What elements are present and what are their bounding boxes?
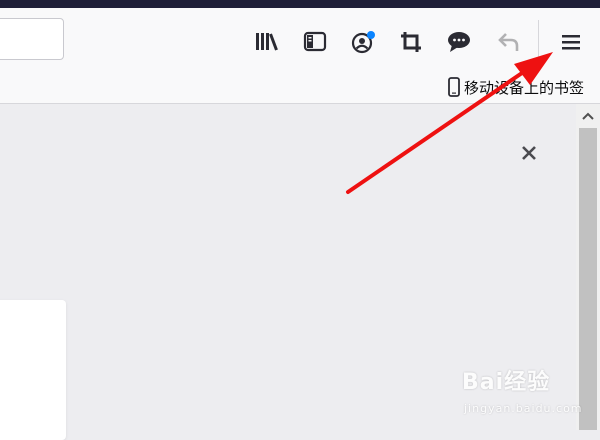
screenshot-crop-icon[interactable] <box>398 29 424 55</box>
content-card <box>0 300 66 440</box>
bookmarks-toolbar: 移动设备上的书签 <box>0 72 600 104</box>
watermark-sub-text: jingyan.baidu.com <box>464 402 583 415</box>
library-icon[interactable] <box>254 29 280 55</box>
window-top-strip <box>0 0 600 8</box>
account-icon[interactable] <box>350 29 376 55</box>
phone-icon <box>448 77 460 97</box>
chat-icon[interactable] <box>446 29 472 55</box>
navigation-toolbar <box>0 8 600 72</box>
mobile-bookmarks-folder[interactable]: 移动设备上的书签 <box>448 76 584 98</box>
close-icon[interactable] <box>516 140 542 166</box>
hamburger-menu-icon[interactable] <box>558 29 584 55</box>
mobile-bookmarks-label: 移动设备上的书签 <box>463 78 584 97</box>
undo-icon[interactable] <box>496 29 522 55</box>
watermark-main-text: Bai经验 <box>462 370 551 395</box>
baidu-jingyan-watermark: Bai经验 jingyan.baidu.com <box>462 364 592 424</box>
toolbar-separator <box>538 20 539 64</box>
scroll-up-icon[interactable] <box>576 104 600 128</box>
sidebar-icon[interactable] <box>302 29 328 55</box>
url-bar[interactable] <box>0 18 64 60</box>
